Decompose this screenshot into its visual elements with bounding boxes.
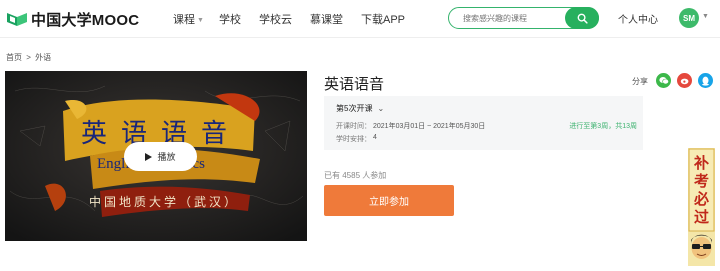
personal-center-link[interactable]: 个人中心	[618, 11, 658, 26]
avatar[interactable]: SM	[679, 8, 699, 28]
weibo-share-icon[interactable]	[677, 73, 692, 88]
course-progress-status: 进行至第3周，共13周	[569, 123, 637, 130]
search-input[interactable]	[463, 11, 563, 25]
session-selector[interactable]: 第5次开课 ⌄	[336, 103, 384, 114]
side-ad-banner[interactable]: 补考必过	[688, 148, 715, 266]
nav-download-app[interactable]: 下载APP	[361, 11, 405, 27]
wechat-share-icon[interactable]	[656, 73, 671, 88]
nav-school-cloud[interactable]: 学校云	[259, 11, 292, 27]
course-title: 英语语音	[324, 76, 385, 93]
chevron-down-icon: ⌄	[377, 104, 385, 113]
site-logo[interactable]: 中国大学MOOC	[6, 9, 139, 29]
mooc-logo-icon	[7, 13, 27, 26]
session-selected-label: 第5次开课	[336, 104, 373, 113]
play-button[interactable]: 播放	[124, 142, 197, 171]
join-now-button[interactable]: 立即参加	[324, 185, 454, 216]
logo-text: 中国大学MOOC	[31, 11, 140, 29]
video-banner-university: 中国地质大学（武汉）	[89, 195, 240, 209]
breadcrumb-separator: >	[26, 53, 31, 62]
breadcrumb-foreign-languages[interactable]: 外语	[35, 53, 51, 62]
caret-down-icon: ▼	[197, 17, 204, 24]
qq-share-icon[interactable]	[698, 73, 713, 88]
start-time-label: 开课时间：	[336, 123, 371, 130]
search-box	[448, 7, 599, 29]
breadcrumb-home[interactable]: 首页	[6, 53, 22, 62]
start-time-value: 2021年03月01日 ~ 2021年05月30日	[373, 123, 486, 130]
nav-courses[interactable]: 课程 ▼	[173, 11, 204, 27]
nav-schools[interactable]: 学校	[219, 11, 241, 27]
nav-mooc-classroom[interactable]: 慕课堂	[310, 11, 343, 27]
breadcrumb: 首页 > 外语	[6, 52, 53, 63]
search-icon	[577, 13, 588, 24]
schedule-label: 学时安排：	[336, 136, 371, 143]
top-header: 中国大学MOOC 课程▼ 学校 学校云 慕课堂 下载APP 个人中心 SM ▼	[0, 0, 720, 38]
enrollment-count: 已有 4585 人参加	[324, 171, 387, 180]
search-button[interactable]	[565, 7, 599, 29]
share-label: 分享	[632, 77, 648, 86]
session-info-panel: 第5次开课 ⌄ 开课时间： 2021年03月01日 ~ 2021年05月30日 学…	[324, 96, 643, 150]
side-ad-text: 补考必过	[693, 154, 709, 226]
play-label: 播放	[157, 152, 176, 162]
course-video-player[interactable]: 英语语音 English Phonetics 中国地质大学（武汉） 播放	[5, 71, 307, 241]
play-icon	[145, 152, 153, 161]
nav-courses-label: 课程	[173, 14, 195, 26]
caret-down-icon[interactable]: ▼	[702, 13, 709, 20]
schedule-value: 4	[373, 134, 377, 141]
